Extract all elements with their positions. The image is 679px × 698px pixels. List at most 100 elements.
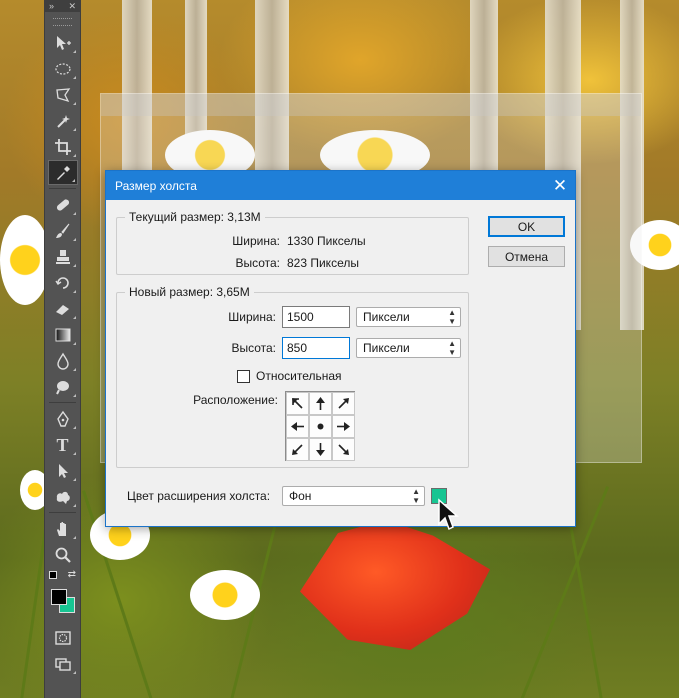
anchor-bottom[interactable] — [309, 438, 332, 461]
extension-color-label: Цвет расширения холста: — [127, 489, 271, 503]
toolbar-separator — [49, 402, 76, 403]
close-button[interactable]: ✕ — [545, 171, 575, 200]
anchor-top[interactable] — [309, 392, 332, 415]
collapse-icon[interactable]: » — [49, 0, 54, 12]
ghost-dialog-titlebar — [101, 94, 641, 116]
arrow-down-icon — [316, 443, 325, 456]
pen-icon — [56, 410, 69, 427]
anchor-center[interactable] — [309, 415, 332, 438]
anchor-right[interactable] — [332, 415, 355, 438]
path-selection-tool[interactable] — [48, 458, 78, 483]
close-icon[interactable]: ✕ — [68, 0, 76, 12]
current-width-label: Ширина: — [232, 234, 280, 248]
stamp-icon — [55, 249, 70, 264]
move-icon — [56, 35, 71, 50]
new-width-label: Ширина: — [228, 310, 276, 324]
anchor-grid — [285, 391, 355, 461]
dodge-icon — [55, 380, 69, 394]
current-size-legend: Текущий размер: 3,13M — [125, 210, 265, 224]
custom-shape-icon — [56, 491, 70, 504]
zoom-tool[interactable] — [48, 542, 78, 567]
brush-icon — [55, 223, 69, 238]
blur-tool[interactable] — [48, 348, 78, 373]
hand-icon — [56, 521, 66, 536]
anchor-top-left[interactable] — [286, 392, 309, 415]
swap-colors-icon[interactable]: ⇄ — [68, 569, 76, 580]
gradient-icon — [55, 328, 70, 341]
toolbar-separator — [49, 188, 76, 189]
spinner-arrows-icon: ▲ ▼ — [412, 487, 420, 505]
history-brush-tool[interactable] — [48, 270, 78, 295]
height-unit-select[interactable]: Пиксели ▲ ▼ — [356, 338, 461, 358]
spinner-arrows-icon: ▲ ▼ — [448, 339, 456, 357]
crop-tool[interactable] — [48, 134, 78, 159]
eyedropper-tool[interactable] — [47, 160, 78, 185]
mouse-cursor-icon — [438, 498, 459, 531]
panel-grip[interactable] — [53, 18, 72, 26]
chamomile-flower — [0, 215, 50, 305]
custom-shape-tool[interactable] — [48, 484, 78, 509]
red-maple-leaf — [300, 520, 490, 650]
chamomile-flower — [190, 570, 260, 620]
hand-tool[interactable] — [48, 516, 78, 541]
dialog-title: Размер холста — [115, 178, 197, 193]
arrow-down-left-icon — [292, 444, 303, 455]
type-tool[interactable]: T — [48, 432, 78, 457]
color-swatches: ⇄ — [45, 569, 80, 619]
screen-mode-icon — [54, 657, 71, 671]
band-aid-icon — [56, 198, 69, 211]
ok-button[interactable]: OK — [488, 216, 565, 237]
spinner-arrows-icon: ▲ ▼ — [448, 308, 456, 326]
healing-brush-tool[interactable] — [48, 192, 78, 217]
anchor-dot-icon — [317, 423, 324, 430]
relative-label[interactable]: Относительная — [256, 369, 342, 383]
canvas-size-dialog: Размер холста ✕ Текущий размер: 3,13M Ши… — [105, 170, 576, 527]
foreground-color-swatch[interactable] — [51, 589, 67, 605]
marquee-tool[interactable] — [48, 56, 78, 81]
width-unit-value: Пиксели — [363, 310, 410, 324]
width-input[interactable]: 1500 — [282, 306, 350, 328]
arrow-right-icon — [337, 422, 350, 431]
crop-icon — [54, 138, 71, 155]
anchor-bottom-right[interactable] — [332, 438, 355, 461]
anchor-bottom-left[interactable] — [286, 438, 309, 461]
quick-mask-button[interactable] — [48, 625, 78, 650]
magnifier-icon — [55, 547, 71, 563]
height-input[interactable]: 850 — [282, 337, 350, 359]
current-height-value: 823 Пикселы — [287, 256, 359, 270]
tools-panel: » ✕ T ⇄ — [44, 0, 81, 698]
path-selection-icon — [58, 463, 68, 478]
lasso-tool[interactable] — [48, 82, 78, 107]
new-height-label: Высота: — [231, 341, 276, 355]
screen-mode-button[interactable] — [48, 651, 78, 676]
cancel-button[interactable]: Отмена — [488, 246, 565, 267]
current-width-value: 1330 Пикселы — [287, 234, 366, 248]
width-unit-select[interactable]: Пиксели ▲ ▼ — [356, 307, 461, 327]
polygonal-lasso-icon — [55, 87, 70, 102]
relative-checkbox[interactable] — [237, 370, 250, 383]
extension-color-select[interactable]: Фон ▲ ▼ — [282, 486, 425, 506]
brush-tool[interactable] — [48, 218, 78, 243]
anchor-left[interactable] — [286, 415, 309, 438]
height-unit-value: Пиксели — [363, 341, 410, 355]
arrow-up-icon — [316, 397, 325, 410]
tools-panel-header: » ✕ — [45, 0, 80, 12]
magic-wand-tool[interactable] — [48, 108, 78, 133]
arrow-up-left-icon — [292, 398, 303, 409]
eraser-icon — [55, 304, 69, 315]
anchor-top-right[interactable] — [332, 392, 355, 415]
pen-tool[interactable] — [48, 406, 78, 431]
gradient-tool[interactable] — [48, 322, 78, 347]
clone-stamp-tool[interactable] — [48, 244, 78, 269]
eraser-tool[interactable] — [48, 296, 78, 321]
default-colors-icon[interactable] — [49, 571, 57, 579]
type-icon: T — [56, 434, 69, 455]
dodge-tool[interactable] — [48, 374, 78, 399]
history-brush-icon — [54, 276, 69, 289]
move-tool[interactable] — [48, 30, 78, 55]
arrow-up-right-icon — [338, 398, 349, 409]
ellipse-marquee-icon — [54, 62, 71, 75]
extension-color-value: Фон — [289, 489, 312, 503]
current-height-label: Высота: — [235, 256, 280, 270]
dialog-titlebar[interactable]: Размер холста ✕ — [106, 171, 575, 200]
